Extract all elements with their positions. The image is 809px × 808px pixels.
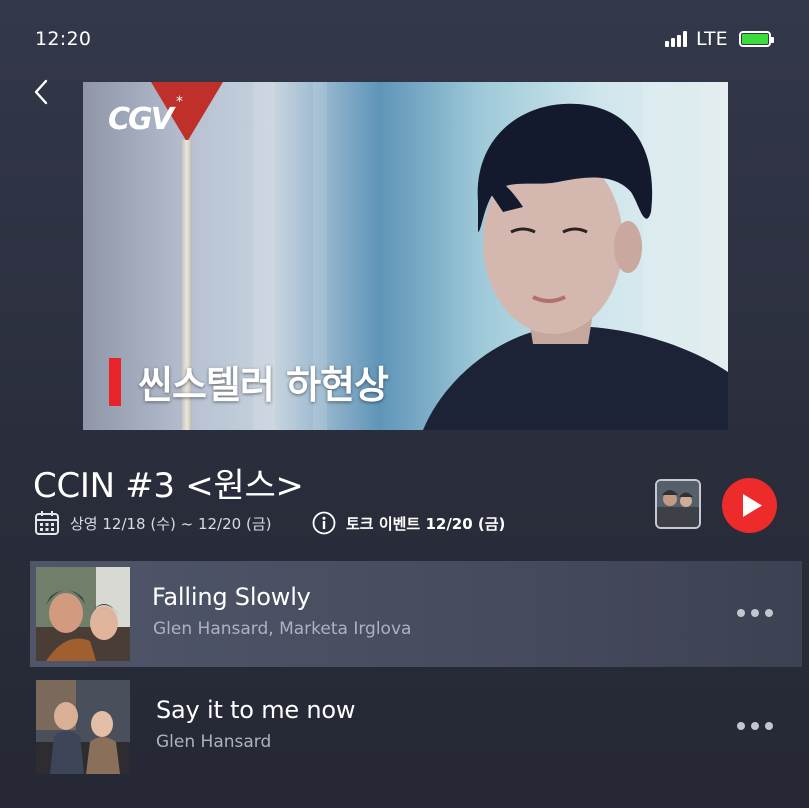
track-artwork bbox=[36, 567, 130, 661]
status-time: 12:20 bbox=[35, 28, 92, 50]
album-art bbox=[657, 481, 699, 527]
back-button[interactable] bbox=[28, 78, 58, 108]
track-artist: Glen Hansard, Marketa Irglova bbox=[153, 619, 412, 639]
track-row[interactable]: Say it to me now Glen Hansard bbox=[30, 674, 802, 780]
track-row[interactable]: Falling Slowly Glen Hansard, Marketa Irg… bbox=[30, 561, 802, 667]
play-icon bbox=[743, 494, 762, 517]
network-label: LTE bbox=[696, 28, 728, 50]
event-title: CCIN #3 <원스> bbox=[33, 466, 304, 506]
more-icon[interactable] bbox=[737, 720, 777, 732]
back-arrow-icon bbox=[34, 79, 48, 105]
talk-event-row[interactable]: 토크 이벤트 12/20 (금) bbox=[312, 508, 505, 538]
cgv-logo: CGV bbox=[108, 102, 174, 137]
track-artwork bbox=[36, 680, 130, 774]
cgv-logo-mark: * bbox=[176, 94, 183, 110]
play-button[interactable] bbox=[722, 478, 777, 533]
schedule-row: 상영 12/18 (수) ~ 12/20 (금) bbox=[34, 508, 271, 538]
hero-caption: 씬스텔러 하현상 bbox=[138, 363, 389, 407]
hero-portrait bbox=[423, 103, 728, 430]
more-icon[interactable] bbox=[737, 607, 777, 619]
status-bar: 12:20 LTE bbox=[0, 0, 809, 80]
calendar-icon bbox=[35, 511, 59, 535]
track-title: Falling Slowly bbox=[152, 583, 311, 611]
caption-accent-bar bbox=[109, 358, 121, 406]
talk-event-text: 토크 이벤트 12/20 (금) bbox=[346, 514, 506, 533]
hero-banner[interactable]: CGV * 씬스텔러 하현상 bbox=[83, 82, 728, 430]
track-artist: Glen Hansard bbox=[156, 732, 272, 752]
album-thumbnail[interactable] bbox=[655, 479, 701, 529]
track-title: Say it to me now bbox=[156, 696, 356, 724]
info-icon bbox=[312, 511, 336, 535]
battery-icon bbox=[739, 31, 774, 47]
signal-icon bbox=[665, 31, 689, 47]
schedule-text: 상영 12/18 (수) ~ 12/20 (금) bbox=[70, 514, 272, 533]
